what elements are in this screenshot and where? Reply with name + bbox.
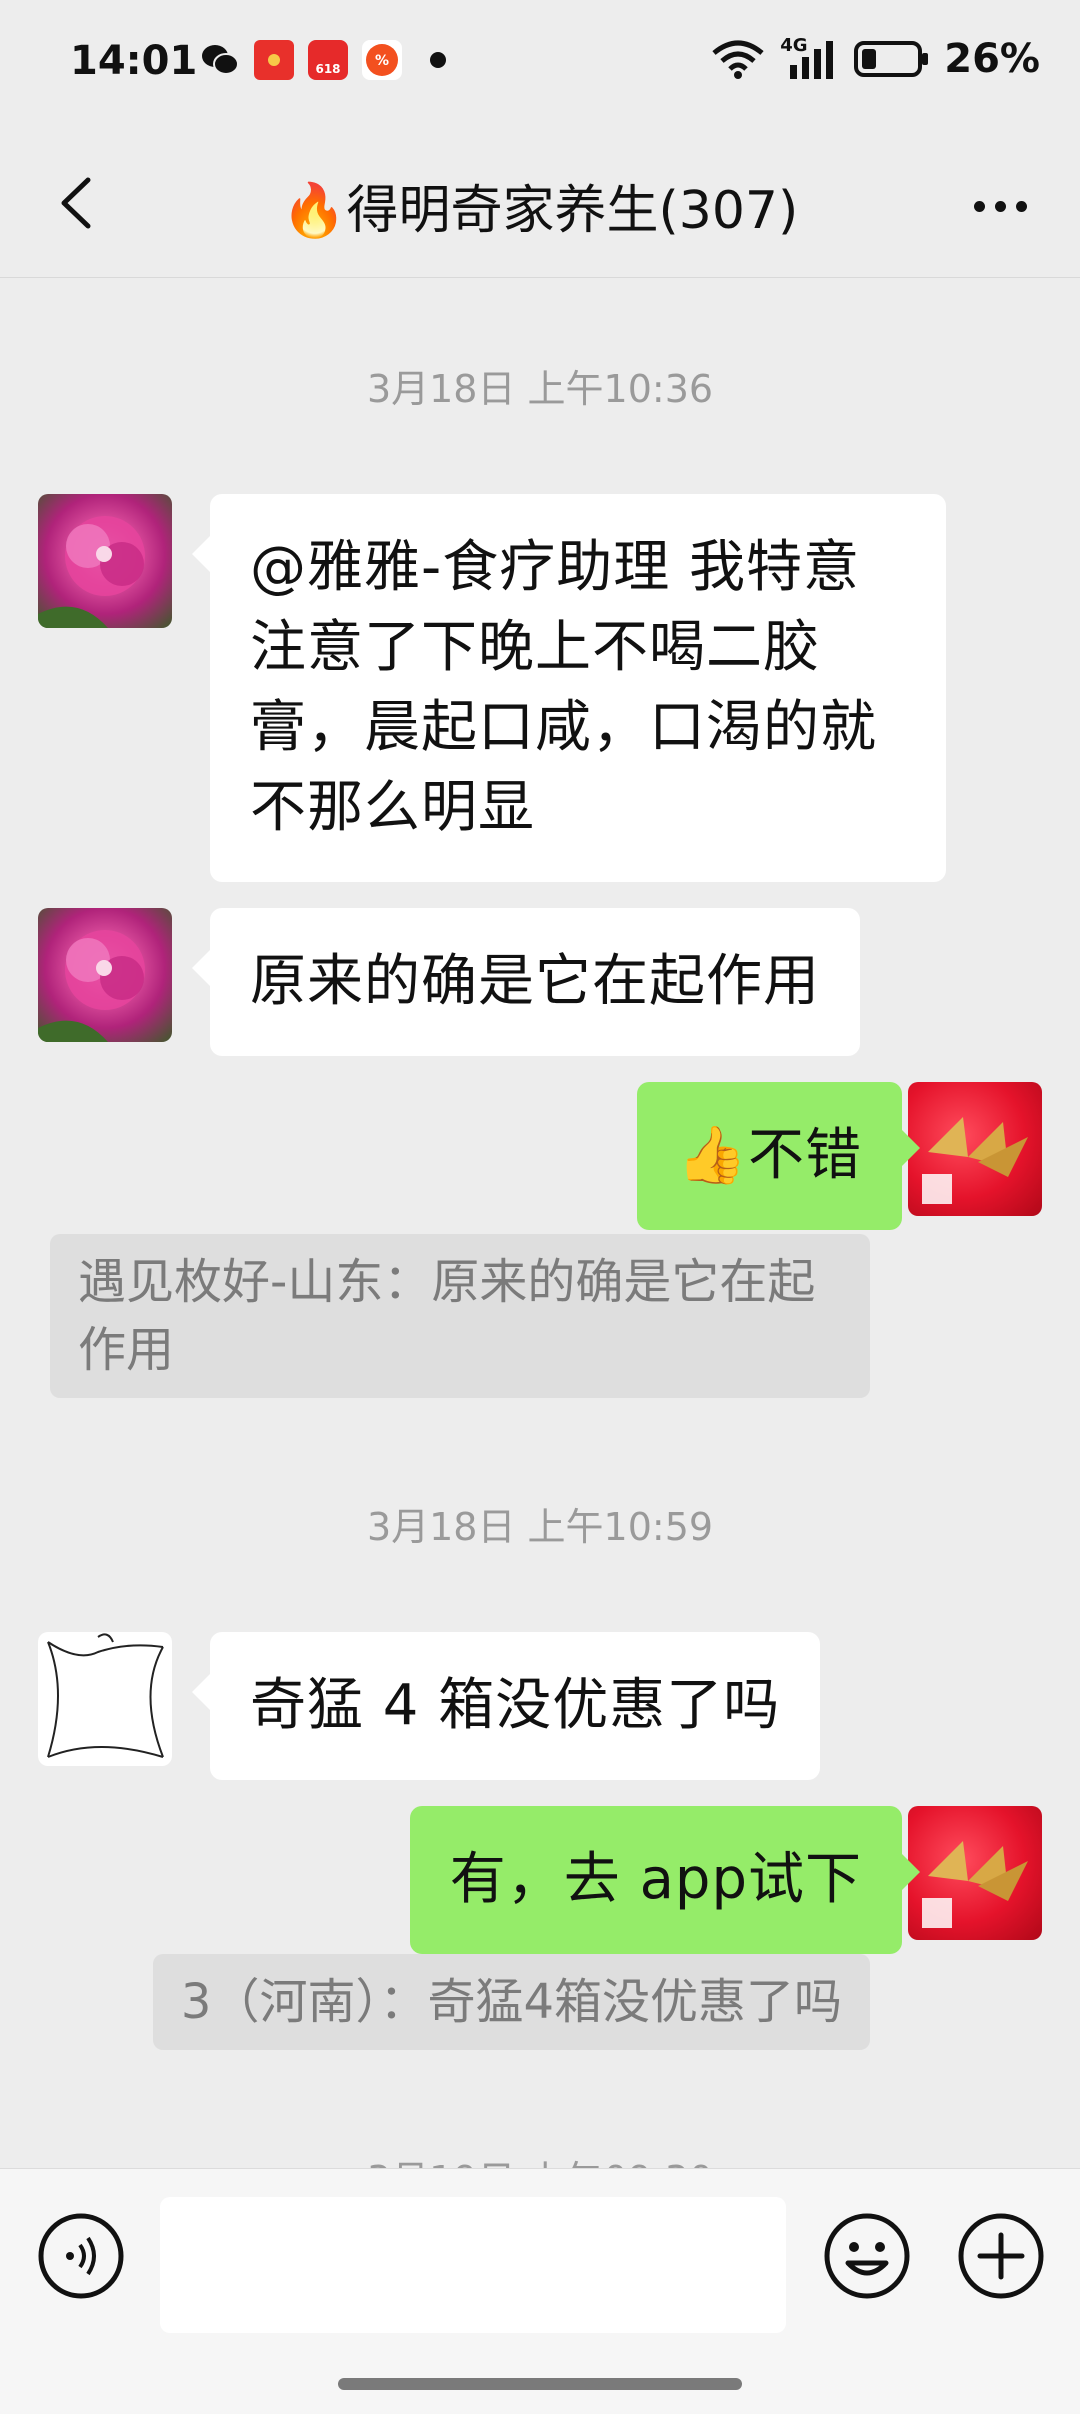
message-input[interactable] [160,2197,786,2333]
voice-button[interactable] [36,2211,126,2301]
red-envelope-icon [254,40,294,80]
flower-avatar-image [38,930,145,1042]
home-indicator[interactable] [338,2378,742,2390]
more-dots-icon [973,200,985,212]
sketch-avatar-image [47,1633,164,1758]
status-time: 14:01 [70,38,198,84]
shopping-618-icon: 618 [308,40,348,80]
message-bubble-incoming[interactable]: @雅雅-食疗助理 我特意注意了下晚上不喝二胶膏，晨起口咸，口渴的就不那么明显 [192,494,946,882]
more-dots-icon [994,200,1006,212]
sender-avatar[interactable] [38,1632,172,1766]
message-bubble-incoming[interactable]: 奇猛 4 箱没优惠了吗 [191,1632,821,1780]
signal-icon [790,41,834,79]
svg-text:%: % [375,53,389,69]
plus-icon [958,2213,1044,2299]
message-timestamp: 3月18日 上午10:36 [366,367,714,411]
message-bubble-outgoing[interactable]: 👍不错 [637,1082,920,1230]
system-icons: 4G 26% [710,35,1040,82]
chat-title: 🔥得明奇家养生(307) [281,181,799,241]
quoted-message[interactable]: 3（河南）：奇猛4箱没优惠了吗 [152,1954,870,2050]
my-avatar[interactable] [908,1082,1042,1216]
notification-icons: 618 % [200,40,446,80]
paper-crane-avatar-image [922,1117,1028,1204]
chat-header: 🔥得明奇家养生(307) [0,128,1080,278]
badge-618-label: 618 [315,62,341,76]
voice-icon [38,2213,124,2299]
sender-avatar[interactable] [38,908,172,1042]
emoji-icon [824,2213,910,2299]
battery-icon [854,41,929,77]
status-bar: 14:01 618 % 4G 26% [0,0,1080,128]
battery-percent: 26% [944,36,1040,82]
more-button[interactable] [960,176,1040,236]
flower-avatar-image [38,516,145,628]
quoted-message[interactable]: 遇见枚好-山东：原来的确是它在起作用 [50,1234,870,1398]
sender-avatar[interactable] [38,494,172,628]
more-notifications-dot-icon [430,52,446,68]
wechat-icon [200,40,240,80]
signal-indicator: 4G [780,35,840,81]
message-timestamp: 3月18日 上午10:59 [366,1505,714,1549]
paper-crane-avatar-image [922,1841,1028,1928]
wifi-icon [712,40,764,79]
message-bubble-outgoing[interactable]: 有，去 app试下 [409,1806,921,1954]
app-orange-icon: % [362,40,402,80]
emoji-button[interactable] [822,2211,912,2301]
more-functions-button[interactable] [956,2211,1046,2301]
my-avatar[interactable] [908,1806,1042,1940]
more-dots-icon [1015,200,1027,212]
message-bubble-incoming[interactable]: 原来的确是它在起作用 [192,908,860,1056]
